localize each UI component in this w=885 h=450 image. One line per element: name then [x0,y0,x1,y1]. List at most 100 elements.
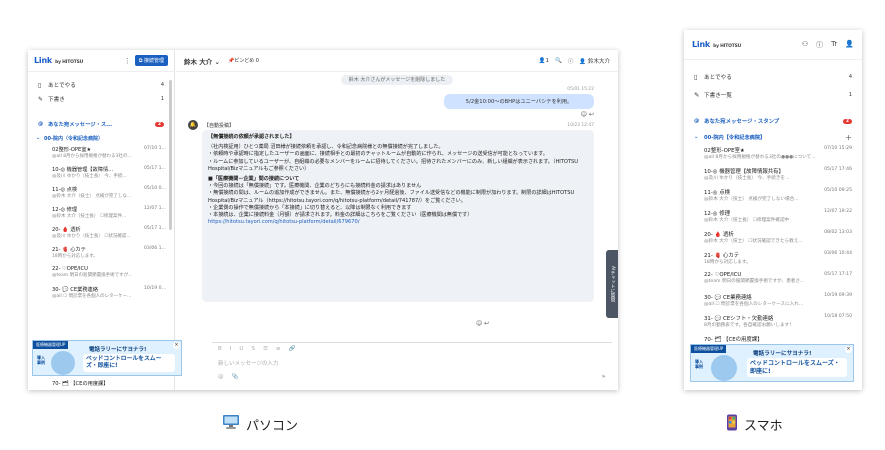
system-message: 鈴木 大介さんがメッセージを削除しました [176,75,618,85]
search-icon[interactable]: 🔍 [555,58,562,64]
caption-mobile: スマホ [726,414,783,435]
ad-banner[interactable]: 医療機器管理UP 電話ラリーにサヨナラ! ベッドコントロールをスムーズ・即座に!… [32,340,182,376]
room-time: 07/10 1... [143,146,166,151]
send-icon[interactable]: ➤ [601,374,606,380]
group-header[interactable]: ⌄ 00-院内【令和記念病院】 + [684,130,862,144]
ordered-list-icon[interactable]: ≡ [276,346,281,352]
italic-icon[interactable]: I [230,346,232,352]
room-preview: @all 8月から採用規格が替わる3社の... [52,154,132,159]
auto-post-line: ・企業側の操作で無償接続から「本接続」に切り替えると、以降は制限なく利用できます [208,204,412,211]
room-name: 12-◎ 修理 [704,211,731,217]
room-name: 12-◎ 修理 [52,207,78,213]
pc-screenshot: Link by HITOTSU ⋮ ⧉ 接続管理 ▯ あとでやる 4 ✎ 下書き … [28,50,618,390]
help-icon[interactable]: ⓘ [816,40,823,50]
room-name: 70- 🗂 【CEの用度課】 [52,381,109,387]
pencil-icon: ✎ [38,95,44,103]
room-name: 21- 🫀 心カテ [704,253,740,259]
nav-count: 4 [848,74,852,80]
list-item[interactable]: 70- 🗂 【CEの用度課】 [28,378,116,390]
auto-post-link[interactable]: https://hitotsu.tayori.com/q/hitotsu-pla… [208,219,588,226]
nav-label: 下書き一覧 [704,93,732,99]
room-preview: @鈴木 大介（技士長） ☐修理案件... [52,214,127,219]
user-menu[interactable]: 👤 鈴木大介 [579,57,610,65]
admin-button[interactable]: ⧉ 接続管理 [134,55,168,66]
mention-icon[interactable]: @ [218,374,224,380]
room-time: 05/17 17:17 [824,272,852,277]
caption-label: スマホ [744,419,783,434]
at-icon: @ [694,118,700,124]
strike-icon[interactable]: S [251,346,255,352]
list-item[interactable]: 10-◎ 機器管理【故障情... 05/17 1... @及川 ゆかり（技士長） 今… [28,164,174,184]
my-message[interactable]: 5/2金10:00〜のBHPはユニーバシテを利用。 [444,94,594,109]
list-item[interactable]: 21- 🫀 心カテ 03/06 10:44 18時から対応します。 [684,249,862,270]
room-time: 07/10 15:29 [824,146,852,151]
nav-drafts[interactable]: ✎ 下書き一覧 1 [684,86,862,104]
room-time: 05/17 1... [143,166,166,171]
smartphone-icon [726,414,738,435]
auto-post-line: ・無償接続の間は、ルームの追加作成ができません。また、無償接続から2ヶ月経過後、… [208,190,575,204]
list-item[interactable]: 11-◎ 点検 05/10 0... @鈴木 大介（技士） 点検が完了しな... [28,184,174,204]
underline-icon[interactable]: U [239,346,243,352]
list-item[interactable]: 10-◎ 機器管理【故障情報共有】 05/17 17:46 @及川 ゆかり（技士長）… [684,165,862,186]
close-icon[interactable]: × [845,346,852,353]
connect-icon[interactable]: ⚇ [802,40,808,50]
members-icon[interactable]: 👤1 [539,58,549,64]
list-item[interactable]: 22- ♡OPE/ICU @team 明日の股関節置換手術ですが... [28,264,174,284]
more-icon[interactable]: ⋮ [124,57,131,65]
group-header[interactable]: ⌄ 00-院内（令和記念病院） [28,132,174,144]
list-item[interactable]: 12-◎ 修理 12/07 19:22 @鈴木 大介（技士長） ☐修理案件確認中 [684,207,862,228]
list-item[interactable]: 30- 💬 CE業務連絡 10/19 0... @all ☐ 問診票を各個人のレター… [28,284,174,304]
sidebar-scrollbar[interactable] [169,80,172,230]
auto-post-body[interactable]: 【無償接続の依頼が承認されました】 （社内検証用）ひとつ薬局 沼田様が接続依頼を… [202,130,594,302]
reaction-icons[interactable]: ☺ ↩ [176,111,618,118]
auto-post-header: 🔔 【自動投稿】 10/23 12:47 [176,120,618,130]
ad-banner[interactable]: 医療機器管理UP 電話ラリーにサヨナラ! ベッドコントロールをスムーズ・即座に!… [690,344,854,382]
room-name: 02整形-OPE室★ [704,148,745,154]
chevron-down-icon: ⌄ [694,134,699,140]
nav-count: 1 [848,92,852,98]
mention-badge: 2 [842,118,852,124]
logo[interactable]: Link by HITOTSU [692,40,741,49]
auto-post-line: ・本接続は、企業に接続料金（月額）が請求されます。料金の詳細はこちらをご覧くださ… [208,212,473,219]
pin-button[interactable]: 📌ピンどめ 0 [228,57,259,64]
mention-section[interactable]: @ あなた宛メッセージ・スタンプ 2 [684,112,862,130]
list-icon[interactable]: ☰ [263,346,268,352]
list-item[interactable]: 02整形-OPE室★ 07/10 1... @all 8月から採用規格が替わる3社の… [28,144,174,164]
list-item[interactable]: 11-◎ 点検 05/10 09:25 @鈴木 大介（技士） 点検が完了しない場合.… [684,186,862,207]
nav-later[interactable]: ▯ あとでやる 4 [684,68,862,86]
list-item[interactable]: 02整形-OPE室★ 07/10 15:29 @all 8月から採用規格が替わる3社… [684,144,862,165]
list-item[interactable]: 20- 🩸 透析 08/02 13:03 @鈴木 大介（技士） ☐状況確認できたら教… [684,228,862,249]
format-toolbar: B I U S ☰ ≡ 🔗 [212,343,612,355]
nav-later[interactable]: ▯ あとでやる 4 [28,78,174,92]
list-item[interactable]: 12-◎ 修理 12/07 1... @鈴木 大介（技士長） ☐修理案件... [28,204,174,224]
group-label: 00-院内（令和記念病院） [44,135,104,142]
list-item[interactable]: 31- 💬 CEシフト・欠勤連絡 10/18 07:50 8月の勤務表です。各自確認… [684,312,862,333]
bell-icon: 🔔 [188,120,198,130]
room-time: 12/07 19:22 [824,209,852,214]
attach-icon[interactable]: 📎 [232,374,239,380]
nav-label: 下書き [48,97,65,103]
logo[interactable]: Link by HITOTSU [34,56,83,65]
link-icon[interactable]: 🔗 [288,346,295,352]
ai-chat-tab[interactable]: AIチャットに質問 [606,250,618,318]
text-size-icon[interactable]: Tr [831,40,837,50]
avatar[interactable]: 👤 [845,40,854,50]
nav-drafts[interactable]: ✎ 下書き 1 [28,92,174,106]
add-icon[interactable]: + [845,133,852,142]
sidebar: Link by HITOTSU ⋮ ⧉ 接続管理 ▯ あとでやる 4 ✎ 下書き … [28,50,182,390]
list-item[interactable]: 21- 🫀 心カテ 03/06 1... 18時から対応します。 [28,244,174,264]
room-name: 30- 💬 CE業務連絡 [704,295,752,301]
mention-section[interactable]: @ あなた宛メッセージ・ス... 2 [28,116,174,132]
message-timestamp: 10/23 12:47 [567,122,594,128]
auto-post-subtitle: ■「医療機関－企業」間の接続について [208,176,300,183]
help-icon[interactable]: ⓘ [568,57,574,65]
room-time: 10/19 09:39 [824,293,852,298]
list-item[interactable]: 30- 💬 CE業務連絡 10/19 09:39 @all ☐ 問診票を各個人のレタ… [684,291,862,312]
reaction-icons[interactable]: ☺ ↩ [476,320,489,327]
chat-title[interactable]: 鈴木 大介 ⌄ [184,56,220,66]
message-input[interactable]: 新しいメッセージの入力 [212,355,612,371]
list-item[interactable]: 22- ♡OPE/ICU 05/17 17:17 @team 明日の股関節置換手術で… [684,270,862,291]
bold-icon[interactable]: B [218,346,222,352]
room-time: 05/17 1... [143,226,166,231]
list-item[interactable]: 20- 🩸 透析 05/17 1... @及川 ゆかり（技士長） ☐状況確認... [28,224,174,244]
